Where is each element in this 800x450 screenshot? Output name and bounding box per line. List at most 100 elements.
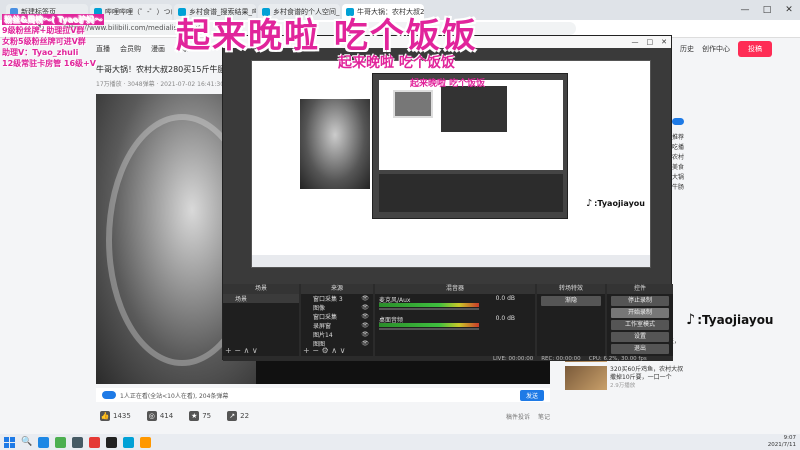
- gear-icon[interactable]: ⚙: [322, 346, 329, 355]
- up-icon[interactable]: ∧: [244, 346, 250, 355]
- stats-extra: 稿件投诉 笔记: [506, 412, 550, 421]
- remove-icon[interactable]: −: [312, 346, 319, 355]
- obs-status-bar: LIVE: 00:00:00 REC: 00:00:00 CPU: 6.2%, …: [493, 356, 647, 362]
- like-button[interactable]: 👍 1435: [100, 411, 131, 421]
- transition-select[interactable]: 渐隐: [541, 296, 601, 306]
- scene-item[interactable]: 场景: [223, 294, 299, 303]
- down-icon[interactable]: ∨: [340, 346, 346, 355]
- stop-recording-button[interactable]: 停止录制: [611, 296, 669, 306]
- preview-video-image: [300, 99, 370, 189]
- video-stats: 👍 1435 ◎ 414 ★ 75 ↗ 22 稿件投诉 笔记: [96, 406, 550, 426]
- studio-mode-button[interactable]: 工作室模式: [611, 320, 669, 330]
- coin-icon: ◎: [146, 411, 157, 421]
- start-recording-button[interactable]: 开始录制: [611, 308, 669, 318]
- mixer-channel: 麦克风/Aux 0.0 dB: [375, 294, 535, 314]
- remove-icon[interactable]: −: [234, 346, 241, 355]
- nested-window-inner: [439, 84, 509, 134]
- nav-item[interactable]: 历史: [680, 44, 694, 54]
- source-item[interactable]: 窗口采集 👁: [301, 312, 373, 321]
- tag-item[interactable]: 大锅: [672, 173, 694, 183]
- eye-icon[interactable]: 👁: [361, 295, 369, 302]
- volume-meter: [379, 323, 479, 327]
- tag-item[interactable]: 推荐: [672, 133, 694, 143]
- tiktok-watermark: ♪:Tyaojiayou: [686, 312, 774, 328]
- source-item[interactable]: 图像 👁: [301, 303, 373, 312]
- maximize-button[interactable]: □: [756, 0, 778, 20]
- eye-icon[interactable]: 👁: [361, 322, 369, 329]
- eye-icon[interactable]: 👁: [361, 331, 369, 338]
- obs-preview[interactable]: [251, 60, 651, 268]
- eye-icon[interactable]: 👁: [361, 304, 369, 311]
- settings-button[interactable]: 设置: [611, 332, 669, 342]
- note-link[interactable]: 笔记: [538, 412, 550, 421]
- minimize-button[interactable]: —: [632, 38, 639, 46]
- add-icon[interactable]: +: [225, 346, 232, 355]
- controls-dock-title: 控件: [607, 284, 673, 294]
- scene-toolbar: + − ∧ ∨: [223, 346, 258, 356]
- source-item[interactable]: 录屏窗 👁: [301, 321, 373, 330]
- tiktok-watermark: ♪:Tyaojiayou: [586, 198, 645, 209]
- publish-button[interactable]: 投稿: [738, 41, 772, 57]
- volume-slider[interactable]: [379, 328, 479, 330]
- eye-icon[interactable]: 👁: [361, 313, 369, 320]
- star-icon: ★: [189, 411, 200, 421]
- minimize-button[interactable]: —: [734, 0, 756, 20]
- danmaku-bar: 1人正在看(全站<10人在看), 204条弹幕 发送: [96, 388, 550, 402]
- transitions-panel: 渐隐: [537, 294, 605, 356]
- obs-icon[interactable]: [106, 436, 118, 448]
- coin-button[interactable]: ◎ 414: [146, 411, 173, 421]
- favorite-button[interactable]: ★ 75: [189, 411, 211, 421]
- nav-item[interactable]: 创作中心: [702, 44, 730, 54]
- right-column: 推荐 吃播 农村 美食 大锅 牛肠: [672, 118, 694, 193]
- music-note-icon: ♪: [686, 312, 696, 328]
- list-item[interactable]: 320买60斤鸡鱼，农村大叔撒掉10斤要，一口一个 2.9万播放: [565, 366, 685, 392]
- stream-overlay-text: 粉丝&周榜～( Tyao驴妈～ 9级粉丝牌+助理拉V群 女粉5级粉丝牌可进V群 …: [2, 14, 105, 68]
- nested-panels: [379, 174, 563, 212]
- folder-icon[interactable]: [140, 436, 152, 448]
- nav-item[interactable]: 漫画: [151, 44, 165, 54]
- down-icon[interactable]: ∨: [252, 346, 258, 355]
- edge-icon[interactable]: [38, 436, 50, 448]
- report-link[interactable]: 稿件投诉: [506, 412, 530, 421]
- close-button[interactable]: ✕: [661, 38, 667, 46]
- chrome-icon[interactable]: [55, 436, 67, 448]
- os-taskbar: 🔍 9:07 2021/7/11: [0, 434, 800, 450]
- maximize-button[interactable]: □: [647, 38, 654, 46]
- search-icon[interactable]: 🔍: [21, 437, 32, 447]
- autoplay-toggle[interactable]: [672, 118, 684, 125]
- send-danmaku-button[interactable]: 发送: [519, 389, 544, 401]
- source-item[interactable]: 窗口采集 3 👁: [301, 294, 373, 303]
- window-controls: — □ ✕: [734, 0, 800, 20]
- sources-dock-title: 来源: [301, 284, 373, 294]
- steam-icon[interactable]: [72, 436, 84, 448]
- online-count: 1人正在看(全站<10人在看), 204条弹幕: [120, 392, 229, 400]
- audio-mixer: 麦克风/Aux 0.0 dB 桌面音频 0.0 dB: [375, 294, 535, 356]
- nested-window-inner: [393, 90, 433, 118]
- share-icon: ↗: [227, 411, 238, 421]
- nested-preview: [372, 73, 568, 219]
- close-button[interactable]: ✕: [778, 0, 800, 20]
- up-icon[interactable]: ∧: [331, 346, 337, 355]
- tag-item[interactable]: 美食: [672, 163, 694, 173]
- share-button[interactable]: ↗ 22: [227, 411, 249, 421]
- transitions-dock-title: 转场特效: [537, 284, 605, 294]
- controls-panel: 停止录制 开始录制 工作室模式 设置 退出: [607, 294, 673, 356]
- video-thumbnail: [565, 366, 607, 390]
- source-item[interactable]: 图片14 👁: [301, 330, 373, 339]
- add-icon[interactable]: +: [303, 346, 310, 355]
- eye-icon[interactable]: 👁: [361, 340, 369, 347]
- nav-item[interactable]: 会员购: [120, 44, 141, 54]
- tag-item[interactable]: 吃播: [672, 143, 694, 153]
- danmaku-toggle[interactable]: [102, 391, 116, 399]
- windows-start-icon[interactable]: [4, 436, 15, 448]
- source-toolbar: + − ⚙ ∧ ∨: [301, 346, 345, 356]
- music-note-icon: ♪: [586, 198, 593, 209]
- exit-button[interactable]: 退出: [611, 344, 669, 354]
- app-icon[interactable]: [89, 436, 101, 448]
- volume-slider[interactable]: [379, 308, 479, 310]
- obs-docks: 场景 场景 + − ∧ ∨ 来源 窗口采集 3 👁 图像 👁 窗口采集 👁 录屏窗 👁 …: [223, 284, 673, 361]
- tag-item[interactable]: 牛肠: [672, 183, 694, 193]
- bilibili-icon[interactable]: [123, 436, 135, 448]
- tag-item[interactable]: 农村: [672, 153, 694, 163]
- volume-meter: [379, 303, 479, 307]
